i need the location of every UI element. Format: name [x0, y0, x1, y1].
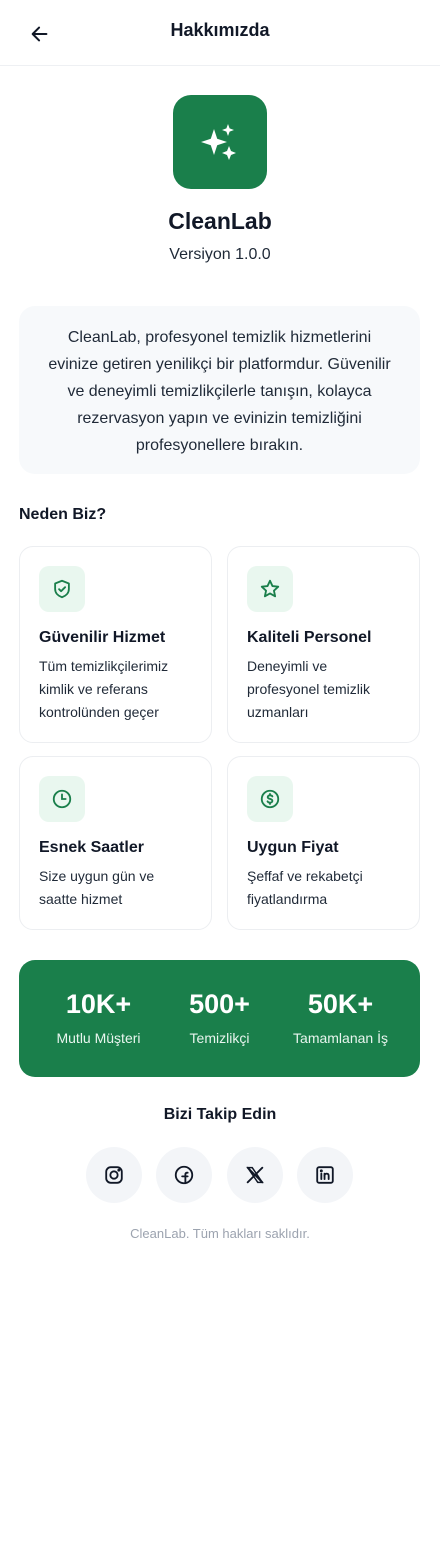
linkedin-icon — [316, 1166, 334, 1184]
follow-title: Bizi Takip Edin — [163, 1106, 277, 1123]
feature-card-flexible: Esnek Saatler Size uygun gün ve saatte h… — [19, 756, 212, 930]
stat-value: 10K+ — [65, 989, 132, 1019]
star-icon — [260, 579, 280, 598]
stat-completed-jobs: 50K+ Tamamlanan İş — [274, 988, 407, 1046]
feature-description-line: uzmanları — [247, 704, 309, 720]
description-card: CleanLab, profesyonel temizlik hizmetler… — [19, 306, 420, 474]
dollar-circle-icon — [260, 789, 280, 809]
description-line: rezervasyon yapın ve evinizin temizliğin… — [77, 410, 362, 427]
stat-customers: 10K+ Mutlu Müşteri — [32, 988, 165, 1046]
sparkles-icon — [201, 124, 236, 160]
feature-description-line: saatte hizmet — [39, 891, 123, 907]
page-title: Hakkımızda — [170, 20, 270, 40]
feature-title: Uygun Fiyat — [247, 839, 339, 856]
feature-title: Esnek Saatler — [39, 839, 144, 856]
feature-description-line: profesyonel temizlik — [247, 681, 370, 697]
feature-description: Size uygun gün ve saatte hizmet — [39, 865, 199, 911]
feature-description-line: kontrolünden geçer — [39, 704, 159, 720]
feature-description-line: Size uygun gün ve — [39, 868, 155, 884]
x-button[interactable] — [227, 1147, 283, 1203]
description-line: ve deneyimli temizlikçilerle tanışın, ko… — [67, 383, 372, 400]
app-version: Versiyon 1.0.0 — [169, 246, 271, 263]
feature-description-line: Deneyimli ve — [247, 658, 328, 674]
copyright-text: CleanLab. Tüm hakları saklıdır. — [130, 1226, 310, 1241]
feature-description-line: Şeffaf ve rekabetçi — [247, 868, 363, 884]
linkedin-button[interactable] — [297, 1147, 353, 1203]
x-icon — [246, 1166, 264, 1184]
stats-banner: 10K+ Mutlu Müşteri 500+ Temizlikçi 50K+ … — [19, 960, 420, 1077]
why-us-title: Neden Biz? — [19, 506, 107, 523]
feature-icon-box — [39, 776, 85, 822]
description-line: CleanLab, profesyonel temizlik hizmetler… — [67, 329, 372, 346]
feature-icon-box — [247, 566, 293, 612]
app-name: CleanLab — [168, 208, 272, 234]
feature-description: Deneyimli ve profesyonel temizlik uzmanl… — [247, 655, 407, 724]
feature-card-price: Uygun Fiyat Şeffaf ve rekabetçi fiyatlan… — [227, 756, 420, 930]
feature-icon-box — [39, 566, 85, 612]
feature-description: Tüm temizlikçilerimiz kimlik ve referans… — [39, 655, 199, 724]
feature-description-line: kimlik ve referans — [39, 681, 148, 697]
description-line: profesyonellere bırakın. — [135, 437, 304, 454]
stat-label: Mutlu Müşteri — [56, 1030, 141, 1046]
feature-card-reliable: Güvenilir Hizmet Tüm temizlikçilerimiz k… — [19, 546, 212, 743]
clock-icon — [52, 789, 72, 809]
stat-label: Temizlikçi — [189, 1030, 250, 1046]
feature-description-line: fiyatlandırma — [247, 891, 328, 907]
stat-value: 500+ — [189, 989, 250, 1019]
feature-title: Güvenilir Hizmet — [39, 629, 166, 646]
stat-cleaners: 500+ Temizlikçi — [153, 988, 286, 1046]
feature-card-quality: Kaliteli Personel Deneyimli ve profesyon… — [227, 546, 420, 743]
app-logo — [173, 95, 267, 189]
facebook-button[interactable] — [156, 1147, 212, 1203]
feature-icon-box — [247, 776, 293, 822]
app-header: Hakkımızda — [0, 0, 440, 66]
feature-description: Şeffaf ve rekabetçi fiyatlandırma — [247, 865, 407, 911]
stat-label: Tamamlanan İş — [293, 1030, 388, 1046]
shield-check-icon — [54, 579, 70, 599]
instagram-button[interactable] — [86, 1147, 142, 1203]
instagram-icon — [105, 1166, 123, 1184]
description-line: evinize getiren yenilikçi bir platformdu… — [48, 356, 391, 373]
feature-description-line: Tüm temizlikçilerimiz — [39, 658, 169, 674]
feature-title: Kaliteli Personel — [247, 629, 372, 646]
facebook-icon — [174, 1165, 194, 1185]
stat-value: 50K+ — [307, 989, 374, 1019]
